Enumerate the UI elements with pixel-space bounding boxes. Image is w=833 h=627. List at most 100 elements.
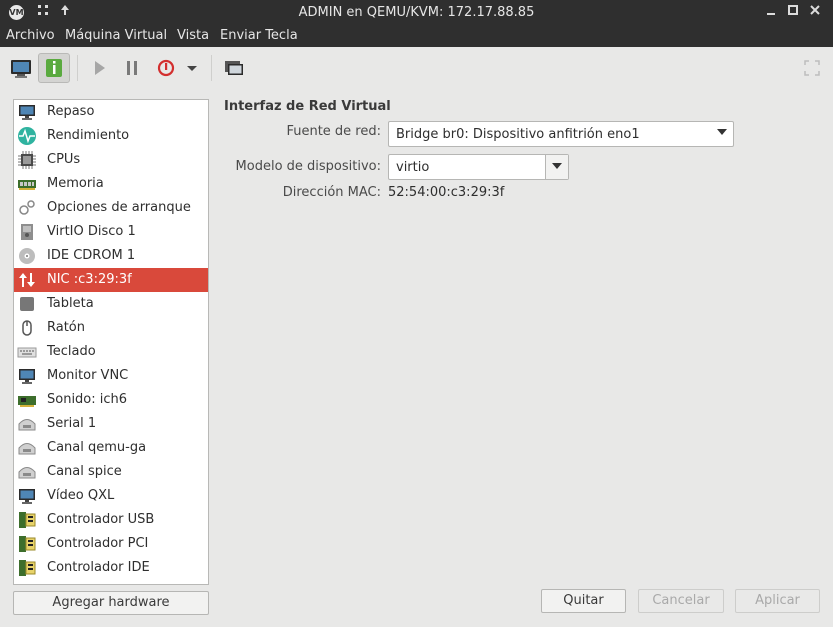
sidebar-item[interactable]: CPUs bbox=[14, 148, 208, 172]
details-icon bbox=[46, 59, 62, 77]
cdrom-icon bbox=[17, 246, 37, 266]
sidebar-item[interactable]: IDE CDROM 1 bbox=[14, 244, 208, 268]
sidebar-item[interactable]: Canal spice bbox=[14, 460, 208, 484]
title-bar: VM ADMIN en QEMU/KVM: 172.17.88.85 bbox=[0, 0, 833, 25]
sidebar-item-label: Controlador USB bbox=[47, 512, 155, 527]
device-model-dropdown-button[interactable] bbox=[545, 155, 568, 179]
snapshots-icon bbox=[225, 61, 243, 75]
pause-icon bbox=[127, 61, 137, 75]
sidebar-item-label: Repaso bbox=[47, 104, 95, 119]
console-button[interactable] bbox=[5, 53, 37, 83]
mouse-icon bbox=[17, 318, 37, 338]
sidebar-item[interactable]: Sonido: ich6 bbox=[14, 388, 208, 412]
sidebar-item[interactable]: Tableta bbox=[14, 292, 208, 316]
toolbar bbox=[0, 47, 833, 89]
shutdown-menu-button[interactable] bbox=[180, 53, 204, 83]
apply-button[interactable]: Aplicar bbox=[735, 589, 820, 613]
sidebar-item-label: Sonido: ich6 bbox=[47, 392, 128, 407]
sidebar-item[interactable]: Teclado bbox=[14, 340, 208, 364]
sidebar-item[interactable]: Serial 1 bbox=[14, 412, 208, 436]
menu-enviar-tecla[interactable]: Enviar Tecla bbox=[220, 28, 298, 43]
device-model-combo[interactable]: virtio bbox=[388, 154, 569, 180]
mac-value: 52:54:00:c3:29:3f bbox=[388, 185, 505, 200]
nic-icon bbox=[17, 270, 37, 290]
keyboard-icon bbox=[17, 342, 37, 362]
network-source-select[interactable]: Bridge br0: Dispositivo anfitrión eno1 bbox=[388, 121, 734, 147]
sidebar-item[interactable]: Controlador USB bbox=[14, 508, 208, 532]
sidebar-item-label: Controlador IDE bbox=[47, 560, 150, 575]
menu-archivo[interactable]: Archivo bbox=[6, 28, 55, 43]
sidebar-item-label: Memoria bbox=[47, 176, 104, 191]
fullscreen-button[interactable] bbox=[796, 53, 828, 83]
menu-vista[interactable]: Vista bbox=[177, 28, 209, 43]
sidebar-item-label: NIC :c3:29:3f bbox=[47, 272, 132, 287]
maximize-icon[interactable] bbox=[784, 4, 801, 21]
sound-card-icon bbox=[17, 390, 37, 410]
snapshots-button[interactable] bbox=[218, 53, 250, 83]
sidebar-item[interactable]: Repaso bbox=[14, 100, 208, 124]
performance-icon bbox=[17, 126, 37, 146]
sidebar-item-label: IDE CDROM 1 bbox=[47, 248, 136, 263]
sidebar-item[interactable]: Memoria bbox=[14, 172, 208, 196]
sidebar-item[interactable]: Controlador PCI bbox=[14, 532, 208, 556]
sidebar-item-label: Serial 1 bbox=[47, 416, 97, 431]
device-model-input[interactable]: virtio bbox=[396, 160, 429, 175]
sidebar-item-label: Canal qemu-ga bbox=[47, 440, 147, 455]
sidebar-item[interactable]: Opciones de arranque bbox=[14, 196, 208, 220]
close-icon[interactable] bbox=[806, 4, 823, 21]
sidebar-item-label: Opciones de arranque bbox=[47, 200, 191, 215]
controller-icon bbox=[17, 534, 37, 554]
monitor-icon bbox=[17, 486, 37, 506]
remove-button[interactable]: Quitar bbox=[541, 589, 626, 613]
sidebar-item-label: Canal spice bbox=[47, 464, 122, 479]
run-button[interactable] bbox=[84, 53, 116, 83]
sidebar-item-label: VirtIO Disco 1 bbox=[47, 224, 136, 239]
sidebar-item[interactable]: Rendimiento bbox=[14, 124, 208, 148]
sidebar-item-label: Rendimiento bbox=[47, 128, 130, 143]
toolbar-separator bbox=[211, 55, 212, 81]
channel-icon bbox=[17, 462, 37, 482]
add-hardware-button[interactable]: Agregar hardware bbox=[13, 591, 209, 615]
shutdown-icon bbox=[157, 59, 175, 77]
network-source-value: Bridge br0: Dispositivo anfitrión eno1 bbox=[396, 127, 640, 142]
sidebar-item-label: Ratón bbox=[47, 320, 86, 335]
menu-maquina-virtual[interactable]: Máquina Virtual bbox=[65, 28, 167, 43]
console-icon bbox=[11, 60, 31, 78]
section-title: Interfaz de Red Virtual bbox=[224, 99, 391, 114]
chevron-down-icon bbox=[552, 163, 562, 169]
sidebar-item[interactable]: NIC :c3:29:3f bbox=[14, 268, 208, 292]
sidebar-item-label: CPUs bbox=[47, 152, 81, 167]
mac-label: Dirección MAC: bbox=[282, 185, 381, 200]
cpu-icon bbox=[17, 150, 37, 170]
sidebar-item-label: Teclado bbox=[47, 344, 96, 359]
sidebar-item[interactable]: Monitor VNC bbox=[14, 364, 208, 388]
sidebar-item-label: Vídeo QXL bbox=[47, 488, 115, 503]
run-icon bbox=[95, 61, 105, 75]
controller-icon bbox=[17, 510, 37, 530]
serial-icon bbox=[17, 414, 37, 434]
window-title: ADMIN en QEMU/KVM: 172.17.88.85 bbox=[298, 5, 535, 20]
sidebar-item-label: Controlador PCI bbox=[47, 536, 149, 551]
source-label: Fuente de red: bbox=[286, 124, 381, 139]
boot-options-icon bbox=[17, 198, 37, 218]
memory-icon bbox=[17, 174, 37, 194]
sidebar-item[interactable]: Canal qemu-ga bbox=[14, 436, 208, 460]
sidebar-item[interactable]: Controlador IDE bbox=[14, 556, 208, 580]
minimize-icon[interactable] bbox=[762, 4, 779, 21]
tablet-icon bbox=[17, 294, 37, 314]
sidebar-item-label: Tableta bbox=[47, 296, 94, 311]
shutdown-button[interactable] bbox=[150, 53, 182, 83]
sidebar-item[interactable]: VirtIO Disco 1 bbox=[14, 220, 208, 244]
sidebar-item[interactable]: Ratón bbox=[14, 316, 208, 340]
disk-icon bbox=[17, 222, 37, 242]
hardware-list: Repaso Rendimiento CPUs Memoria Opciones de … bbox=[13, 99, 209, 585]
menu-bar: Archivo Máquina Virtual Vista Enviar Tec… bbox=[0, 25, 833, 47]
details-button[interactable] bbox=[38, 53, 70, 83]
fullscreen-icon bbox=[804, 60, 820, 76]
shutdown-menu-icon bbox=[187, 66, 197, 71]
sidebar-item-label: Monitor VNC bbox=[47, 368, 129, 383]
controller-icon bbox=[17, 558, 37, 578]
cancel-button[interactable]: Cancelar bbox=[638, 589, 724, 613]
pause-button[interactable] bbox=[116, 53, 148, 83]
sidebar-item[interactable]: Vídeo QXL bbox=[14, 484, 208, 508]
